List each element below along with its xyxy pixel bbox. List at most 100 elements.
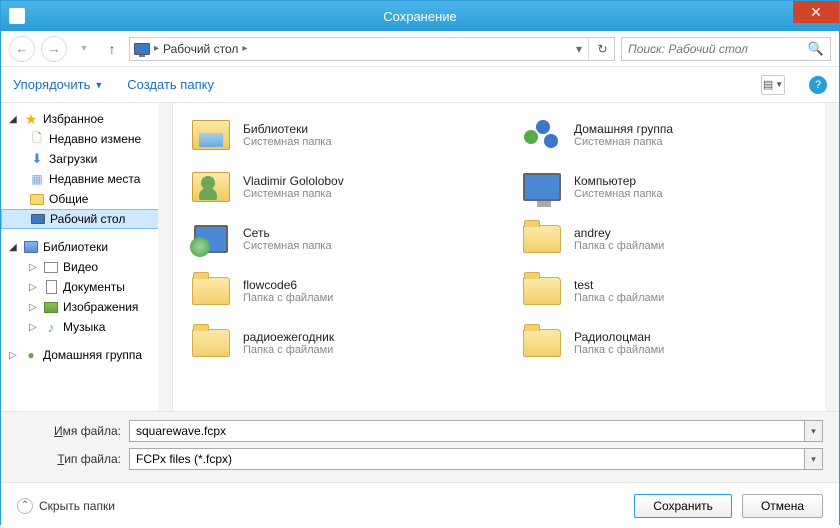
file-item[interactable]: Домашняя группаСистемная папка [516,111,827,159]
new-folder-button[interactable]: Создать папку [127,77,214,92]
explorer-body: ◢ ★ Избранное 🗋 Недавно измене ⬇ Загрузк… [1,103,839,411]
file-item[interactable]: СетьСистемная папка [185,215,496,263]
tree-desktop[interactable]: Рабочий стол [1,209,172,229]
chevron-up-icon: ⌃ [17,498,33,514]
up-button[interactable]: ↑ [101,38,123,60]
window-title: Сохранение [383,9,457,24]
desktop-icon [134,43,150,55]
back-button[interactable]: ← [9,36,35,62]
toolbar: Упорядочить ▼ Создать папку ▤▼ ? [1,67,839,103]
tree-label: Музыка [63,320,105,334]
organize-menu[interactable]: Упорядочить ▼ [13,77,103,92]
organize-label: Упорядочить [13,77,90,92]
libraries-icon [189,115,233,155]
save-button[interactable]: Сохранить [634,494,732,518]
homegroup-icon [520,115,564,155]
expand-icon[interactable]: ▷ [29,282,39,293]
navigation-tree[interactable]: ◢ ★ Избранное 🗋 Недавно измене ⬇ Загрузк… [1,103,173,411]
star-icon: ★ [23,111,39,127]
file-name: Компьютер [574,174,663,188]
tree-label: Библиотеки [43,240,108,254]
download-icon: ⬇ [29,151,45,167]
tree-label: Загрузки [49,152,97,166]
tree-homegroup[interactable]: ▷ ● Домашняя группа [1,345,172,365]
expand-icon[interactable]: ▷ [29,322,39,333]
expand-icon[interactable]: ▷ [29,262,39,273]
refresh-button[interactable]: ↻ [588,38,610,60]
caret-down-icon: ▼ [94,80,103,90]
close-button[interactable]: ✕ [793,1,839,23]
content-scrollbar[interactable] [827,107,837,247]
address-dropdown[interactable]: ▾ [573,42,585,56]
collapse-icon[interactable]: ◢ [9,242,19,253]
file-subtitle: Папка с файлами [574,292,664,304]
tree-recent-places[interactable]: ▦ Недавние места [1,169,172,189]
file-item[interactable]: testПапка с файлами [516,267,827,315]
chevron-right-icon: ▸ [154,43,159,54]
video-icon [43,259,59,275]
file-name: радиоежегодник [243,330,334,344]
search-input[interactable] [622,42,802,56]
file-list[interactable]: БиблиотекиСистемная папка Домашняя группа… [173,103,839,411]
file-name: test [574,278,664,292]
file-item[interactable]: БиблиотекиСистемная папка [185,111,496,159]
chevron-right-icon[interactable]: ▸ [242,43,247,54]
address-bar[interactable]: ▸ Рабочий стол ▸ ▾ ↻ [129,37,615,61]
filename-dropdown[interactable]: ▾ [805,420,823,442]
tree-scrollbar[interactable] [160,107,170,247]
search-icon[interactable]: 🔍 [802,41,830,57]
music-icon: ♪ [43,319,59,335]
file-item[interactable]: andreyПапка с файлами [516,215,827,263]
cancel-button[interactable]: Отмена [742,494,823,518]
app-icon [9,8,25,24]
file-item[interactable]: Vladimir GololobovСистемная папка [185,163,496,211]
breadcrumb-location[interactable]: Рабочий стол [163,42,238,56]
filetype-row: Тип файла: ▾ [17,448,823,470]
libraries-icon [23,239,39,255]
tree-label: Рабочий стол [50,212,125,226]
file-item[interactable]: радиоежегодникПапка с файлами [185,319,496,367]
recent-dropdown[interactable]: ▾ [73,38,95,60]
tree-pictures[interactable]: ▷ Изображения [1,297,172,317]
filetype-label: Тип файла: [17,452,121,466]
recent-icon: 🗋 [29,131,45,147]
filename-label: Имя файла: [17,424,121,438]
file-name: Сеть [243,226,332,240]
tree-recent-changed[interactable]: 🗋 Недавно измене [1,129,172,149]
file-subtitle: Системная папка [243,188,344,200]
filetype-dropdown[interactable]: ▾ [805,448,823,470]
tree-music[interactable]: ▷ ♪ Музыка [1,317,172,337]
view-options-button[interactable]: ▤▼ [761,75,785,95]
file-item[interactable]: КомпьютерСистемная папка [516,163,827,211]
network-icon [189,219,233,259]
title-bar: Сохранение ✕ [1,1,839,31]
tree-documents[interactable]: ▷ Документы [1,277,172,297]
dialog-footer: ⌃ Скрыть папки Сохранить Отмена [1,482,839,528]
folder-icon [520,219,564,259]
folder-icon [520,271,564,311]
collapse-icon[interactable]: ◢ [9,114,19,125]
expand-icon[interactable]: ▷ [9,350,19,361]
help-button[interactable]: ? [809,76,827,94]
tree-label: Видео [63,260,98,274]
search-box[interactable]: 🔍 [621,37,831,61]
computer-icon [520,167,564,207]
forward-button[interactable]: → [41,36,67,62]
tree-downloads[interactable]: ⬇ Загрузки [1,149,172,169]
file-name: Домашняя группа [574,122,673,136]
tree-label: Избранное [43,112,104,126]
filename-input[interactable] [129,420,805,442]
tree-public[interactable]: Общие [1,189,172,209]
tree-favorites[interactable]: ◢ ★ Избранное [1,109,172,129]
tree-libraries[interactable]: ◢ Библиотеки [1,237,172,257]
filetype-select[interactable] [129,448,805,470]
file-name: flowcode6 [243,278,333,292]
filename-row: Имя файла: ▾ [17,420,823,442]
tree-videos[interactable]: ▷ Видео [1,257,172,277]
file-subtitle: Папка с файлами [574,240,664,252]
file-item[interactable]: flowcode6Папка с файлами [185,267,496,315]
expand-icon[interactable]: ▷ [29,302,39,313]
file-subtitle: Системная папка [243,240,332,252]
file-item[interactable]: РадиолоцманПапка с файлами [516,319,827,367]
hide-folders-button[interactable]: ⌃ Скрыть папки [17,498,115,514]
